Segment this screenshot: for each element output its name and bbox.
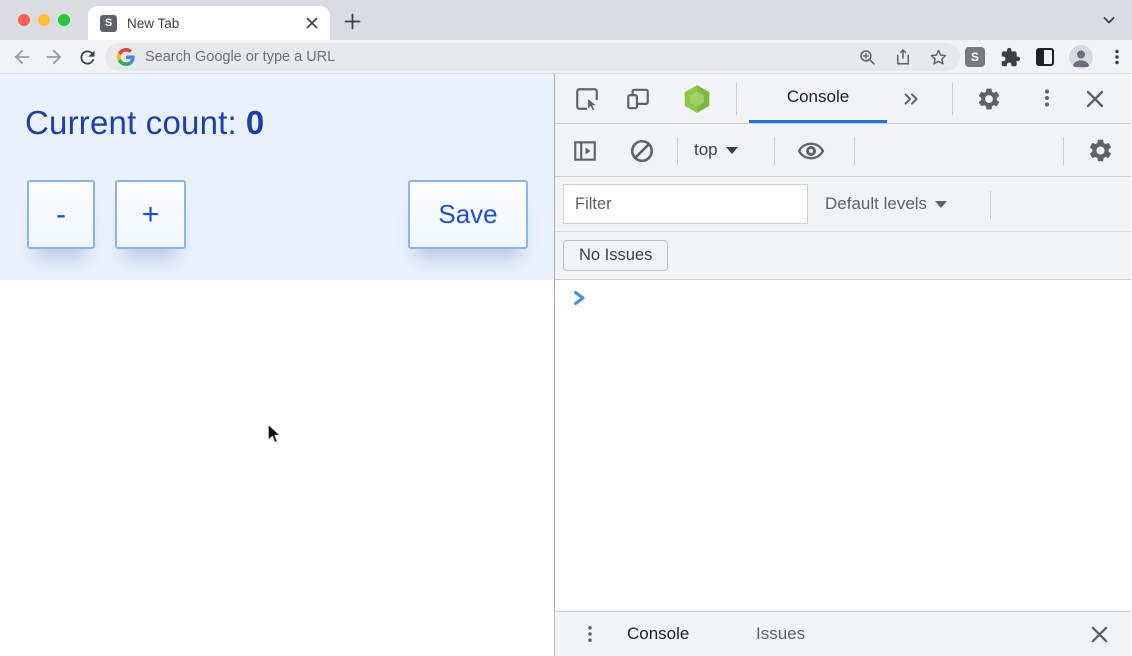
dropdown-arrow-icon [726, 147, 738, 154]
window-controls [18, 14, 70, 26]
toolbar-extensions-area: S [965, 43, 1126, 71]
drawer-tab-issues[interactable]: Issues [756, 612, 805, 656]
tab-close-icon[interactable] [306, 17, 318, 29]
save-button[interactable]: Save [408, 180, 528, 249]
minimize-window-button[interactable] [38, 14, 50, 26]
separator [952, 83, 953, 115]
reload-icon[interactable] [75, 45, 99, 69]
extension-badge-icon[interactable]: S [965, 47, 985, 67]
back-icon[interactable] [10, 45, 34, 69]
close-window-button[interactable] [18, 14, 30, 26]
tab-title: New Tab [127, 16, 306, 31]
address-bar[interactable] [105, 43, 960, 71]
browser-window: S New Tab [0, 0, 1132, 656]
separator [854, 137, 855, 165]
mouse-cursor [266, 423, 284, 451]
count-value: 0 [246, 104, 265, 141]
tab-strip: S New Tab [0, 0, 1132, 40]
devtools-close-icon[interactable] [1083, 87, 1107, 111]
devtools-menu-dots-icon[interactable] [1036, 87, 1058, 109]
dropdown-arrow-icon [935, 201, 947, 208]
context-selector[interactable]: top [694, 124, 738, 176]
zoom-icon[interactable] [858, 48, 877, 67]
new-tab-button[interactable] [341, 10, 363, 32]
drawer-tab-console[interactable]: Console [627, 612, 689, 656]
console-settings-gear-icon[interactable] [1087, 137, 1114, 164]
devtools-panel: Console [555, 74, 1131, 656]
counter-hero-section: Current count:0 - + Save [0, 74, 554, 280]
address-input[interactable] [145, 49, 858, 65]
no-issues-button[interactable]: No Issues [563, 240, 668, 271]
browser-menu-dots-icon[interactable] [1108, 48, 1126, 66]
share-icon[interactable] [894, 48, 912, 66]
console-messages-area[interactable] [555, 280, 1131, 611]
no-issues-label: No Issues [579, 246, 652, 265]
device-toolbar-icon[interactable] [625, 86, 651, 112]
filter-input[interactable] [563, 184, 808, 224]
console-filter-bar: Default levels [555, 177, 1131, 232]
google-icon [117, 48, 135, 66]
tab-console-label: Console [787, 87, 849, 107]
console-prompt-icon [573, 290, 586, 306]
devtools-settings-gear-icon[interactable] [976, 86, 1002, 112]
tab-console[interactable]: Console [749, 74, 887, 123]
default-levels-dropdown[interactable]: Default levels [825, 177, 947, 231]
decrement-button[interactable]: - [27, 180, 95, 249]
context-selector-label: top [694, 140, 718, 160]
console-sidebar-icon[interactable] [572, 138, 598, 164]
drawer-menu-dots-icon[interactable] [580, 624, 600, 644]
page-viewport: Current count:0 - + Save [0, 74, 555, 656]
separator [736, 83, 737, 115]
bookmark-star-icon[interactable] [929, 48, 948, 67]
side-panel-icon[interactable] [1036, 48, 1054, 66]
node-icon [681, 83, 713, 115]
extensions-puzzle-icon[interactable] [1000, 47, 1021, 68]
increment-button[interactable]: + [115, 180, 186, 249]
browser-tab[interactable]: S New Tab [88, 6, 330, 40]
count-label: Current count: [25, 104, 237, 141]
separator [677, 137, 678, 165]
tab-favicon: S [100, 15, 117, 32]
separator [774, 137, 775, 165]
tab-search-chevron-icon[interactable] [1100, 11, 1118, 29]
separator [990, 191, 991, 219]
devtools-topbar: Console [555, 74, 1131, 124]
separator [1063, 137, 1064, 165]
profile-avatar-icon[interactable] [1069, 45, 1093, 69]
default-levels-label: Default levels [825, 194, 927, 214]
page-title: Current count:0 [25, 104, 264, 142]
more-tabs-icon[interactable] [901, 88, 923, 110]
live-expression-eye-icon[interactable] [797, 137, 825, 165]
clear-console-icon[interactable] [629, 138, 655, 164]
console-toolbar: top [555, 124, 1131, 177]
forward-icon[interactable] [42, 45, 66, 69]
drawer-close-icon[interactable] [1088, 623, 1111, 646]
issues-bar: No Issues [555, 232, 1131, 280]
devtools-drawer: Console Issues [555, 611, 1131, 656]
inspect-element-icon[interactable] [574, 86, 600, 112]
browser-toolbar: S [0, 40, 1132, 74]
zoom-window-button[interactable] [58, 14, 70, 26]
